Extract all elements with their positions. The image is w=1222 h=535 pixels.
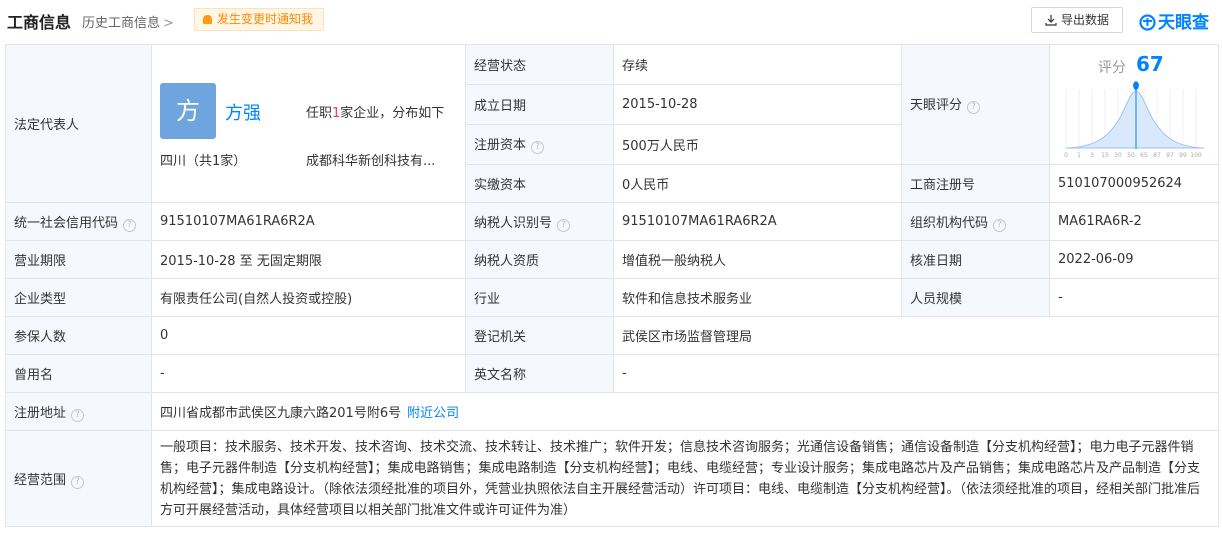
orgcode-label: 组织机构代码 bbox=[910, 215, 989, 231]
paid-value: 0人民币 bbox=[613, 163, 902, 204]
scope-label-cell: 经营范围? bbox=[5, 430, 152, 527]
regno-value: 510107000952624 bbox=[1049, 163, 1219, 204]
score-tick-label: 3 bbox=[1090, 152, 1094, 159]
legal-rep-label: 法定代表人 bbox=[5, 44, 152, 203]
score-tick-label: 65 bbox=[1140, 152, 1148, 159]
founded-label: 成立日期 bbox=[465, 83, 614, 125]
export-button[interactable]: 导出数据 bbox=[1031, 7, 1123, 33]
help-icon[interactable]: ? bbox=[71, 475, 85, 489]
history-label: 历史工商信息 bbox=[82, 16, 161, 31]
help-icon[interactable]: ? bbox=[993, 218, 1007, 232]
capital-value: 500万人民币 bbox=[613, 123, 902, 165]
english-value: - bbox=[613, 354, 1219, 393]
taxid-label: 纳税人识别号 bbox=[474, 215, 553, 231]
header-bar: 工商信息 历史工商信息 > 发生变更时通知我 导出数据 天眼查 bbox=[0, 0, 1222, 44]
score-tick-label: 97 bbox=[1166, 152, 1174, 159]
legal-rep-company[interactable]: 成都科华新创科技有... bbox=[306, 150, 435, 169]
taxqual-label: 纳税人资质 bbox=[465, 240, 614, 279]
business-info-table: 法定代表人 方 方强 任职1家企业，分布如下 四川（共1家） 成都科华新创科技有… bbox=[5, 44, 1219, 527]
score-cell: 评分 67 0 1 3 15 30 50 65 87 97 99 100 bbox=[1049, 44, 1219, 165]
scope-label: 经营范围 bbox=[14, 472, 67, 488]
industry-value: 软件和信息技术服务业 bbox=[613, 278, 902, 317]
score-tick-label: 87 bbox=[1153, 152, 1161, 159]
help-icon[interactable]: ? bbox=[123, 218, 137, 232]
type-value: 有限责任公司(自然人投资或控股) bbox=[151, 278, 466, 317]
address-value: 四川省成都市武侯区九康六路201号附6号 bbox=[160, 406, 402, 421]
brand-logo: 天眼查 bbox=[1139, 8, 1209, 33]
score-tick-labels: 0 1 3 15 30 50 65 87 97 99 100 bbox=[1064, 152, 1202, 159]
score-tick-label: 0 bbox=[1064, 152, 1068, 159]
score-value: 67 bbox=[1136, 52, 1164, 77]
score-tick-label: 30 bbox=[1114, 152, 1122, 159]
download-icon bbox=[1045, 15, 1057, 26]
help-icon[interactable]: ? bbox=[531, 141, 545, 155]
score-distribution-chart: 0 1 3 15 30 50 65 87 97 99 100 bbox=[1064, 81, 1205, 159]
insured-value: 0 bbox=[151, 316, 466, 355]
bell-icon bbox=[203, 15, 212, 24]
brand-name: 天眼查 bbox=[1158, 13, 1209, 33]
regno-label: 工商注册号 bbox=[901, 163, 1050, 204]
period-label: 营业期限 bbox=[5, 240, 152, 279]
type-label: 企业类型 bbox=[5, 278, 152, 317]
authority-value: 武侯区市场监督管理局 bbox=[613, 316, 1219, 355]
staff-label: 人员规模 bbox=[901, 278, 1050, 317]
nearby-companies-link[interactable]: 附近公司 bbox=[407, 406, 459, 421]
period-value: 2015-10-28 至 无固定期限 bbox=[151, 240, 466, 279]
score-label-cell: 天眼评分? bbox=[901, 44, 1050, 165]
taxid-value: 91510107MA61RA6R2A bbox=[613, 202, 902, 241]
avatar[interactable]: 方 bbox=[160, 83, 216, 139]
score-tick-label: 1 bbox=[1077, 152, 1081, 159]
capital-label-cell: 注册资本? bbox=[465, 123, 614, 165]
former-value: - bbox=[151, 354, 466, 393]
staff-value: - bbox=[1049, 278, 1219, 317]
desc-suffix: 家企业，分布如下 bbox=[340, 106, 445, 121]
legal-rep-cell: 方 方强 任职1家企业，分布如下 四川（共1家） 成都科华新创科技有... bbox=[151, 44, 466, 203]
export-label: 导出数据 bbox=[1060, 13, 1109, 27]
legal-rep-region: 四川（共1家） bbox=[160, 154, 247, 169]
insured-label: 参保人数 bbox=[5, 316, 152, 355]
legal-rep-name[interactable]: 方强 bbox=[225, 99, 261, 125]
english-label: 英文名称 bbox=[465, 354, 614, 393]
tianyancha-logo-icon bbox=[1139, 14, 1156, 31]
credit-value: 91510107MA61RA6R2A bbox=[151, 202, 466, 241]
legal-rep-desc: 任职1家企业，分布如下 bbox=[306, 102, 444, 121]
credit-label: 统一社会信用代码 bbox=[14, 215, 119, 231]
address-label: 注册地址 bbox=[14, 405, 67, 421]
help-icon[interactable]: ? bbox=[557, 218, 571, 232]
authority-label: 登记机关 bbox=[465, 316, 614, 355]
address-cell: 四川省成都市武侯区九康六路201号附6号 附近公司 bbox=[151, 392, 1219, 431]
score-tick-label: 50 bbox=[1127, 152, 1135, 159]
paid-label: 实缴资本 bbox=[465, 163, 614, 204]
status-value: 存续 bbox=[613, 44, 902, 85]
orgcode-value: MA61RA6R-2 bbox=[1049, 202, 1219, 241]
status-label: 经营状态 bbox=[465, 44, 614, 85]
orgcode-label-cell: 组织机构代码? bbox=[901, 202, 1050, 241]
industry-label: 行业 bbox=[465, 278, 614, 317]
desc-prefix: 任职 bbox=[306, 106, 333, 121]
score-marker-pin bbox=[1133, 81, 1139, 92]
notify-button[interactable]: 发生变更时通知我 bbox=[194, 8, 324, 31]
founded-value: 2015-10-28 bbox=[613, 83, 902, 125]
credit-label-cell: 统一社会信用代码? bbox=[5, 202, 152, 241]
approved-value: 2022-06-09 bbox=[1049, 240, 1219, 279]
capital-label: 注册资本 bbox=[474, 138, 527, 154]
history-link[interactable]: 历史工商信息 > bbox=[82, 12, 174, 31]
notify-label: 发生变更时通知我 bbox=[217, 12, 314, 26]
section-title: 工商信息 bbox=[7, 13, 72, 32]
score-label: 天眼评分 bbox=[910, 98, 963, 114]
help-icon[interactable]: ? bbox=[71, 408, 85, 422]
score-tick-label: 15 bbox=[1101, 152, 1109, 159]
scope-value: 一般项目：技术服务、技术开发、技术咨询、技术交流、技术转让、技术推广；软件开发；… bbox=[151, 430, 1219, 527]
taxqual-value: 增值税一般纳税人 bbox=[613, 240, 902, 279]
score-title: 评分 bbox=[1098, 60, 1126, 77]
address-label-cell: 注册地址? bbox=[5, 392, 152, 431]
taxid-label-cell: 纳税人识别号? bbox=[465, 202, 614, 241]
help-icon[interactable]: ? bbox=[967, 101, 981, 115]
approved-label: 核准日期 bbox=[901, 240, 1050, 279]
chevron-right-icon: > bbox=[163, 16, 174, 31]
former-label: 曾用名 bbox=[5, 354, 152, 393]
score-tick-label: 99 bbox=[1179, 152, 1187, 159]
score-tick-label: 100 bbox=[1190, 152, 1202, 159]
